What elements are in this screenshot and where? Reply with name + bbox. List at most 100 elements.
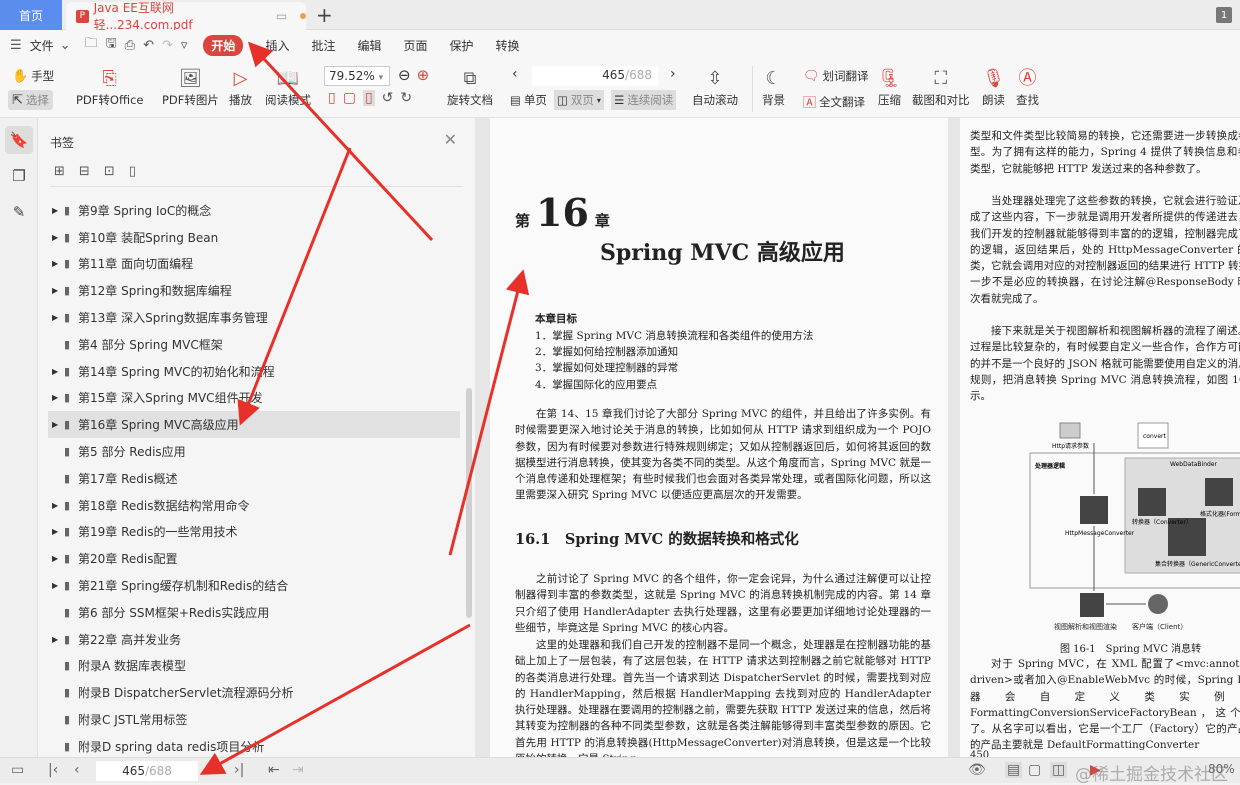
fit-page-icon[interactable]: ▢: [343, 90, 356, 106]
play-button[interactable]: ▷ 播放: [229, 66, 252, 108]
redo-icon[interactable]: ↷: [162, 38, 173, 53]
screenshot-compare-button[interactable]: ⛶ 截图和对比: [912, 66, 970, 108]
menu-start[interactable]: 开始: [203, 34, 244, 56]
bookmark-item[interactable]: ▮ 第4 部分 Spring MVC框架: [48, 331, 460, 358]
delete-bookmark-icon[interactable]: ▯: [129, 164, 136, 179]
signature-panel-icon[interactable]: ✎: [5, 198, 33, 226]
double-page-button[interactable]: ◫ 双页 ▾: [554, 90, 604, 110]
prev-page-icon[interactable]: ‹: [512, 66, 518, 82]
tab-document[interactable]: P Java EE互联网轻...234.com.pdf ▭: [66, 1, 306, 32]
expand-all-icon[interactable]: ⊞: [54, 164, 65, 179]
undo-icon[interactable]: ↶: [143, 38, 154, 53]
menu-file[interactable]: 文件: [30, 37, 54, 54]
bookmark-item[interactable]: ▶ ▮ 第9章 Spring IoC的概念: [48, 197, 460, 224]
bookmark-item[interactable]: ▶ ▮ 第21章 Spring缓存机制和Redis的结合: [48, 572, 460, 599]
expand-triangle-icon[interactable]: ▶: [52, 581, 64, 590]
open-icon[interactable]: 🗀: [85, 34, 98, 56]
expand-triangle-icon[interactable]: ▶: [52, 286, 64, 295]
rotate-right-icon[interactable]: ↻: [400, 90, 412, 106]
full-translate-button[interactable]: 🄰 全文翻译: [803, 92, 865, 112]
menu-icon[interactable]: ☰: [10, 38, 22, 53]
next-page-icon[interactable]: ›: [215, 762, 221, 778]
collapse-all-icon[interactable]: ⊟: [79, 164, 90, 179]
bookmark-item[interactable]: ▮ 第5 部分 Redis应用: [48, 438, 460, 465]
expand-triangle-icon[interactable]: ▶: [52, 233, 64, 242]
double-page-view-icon[interactable]: ◫: [1050, 762, 1068, 778]
fit-width-icon[interactable]: ▯: [328, 90, 336, 106]
expand-triangle-icon[interactable]: ▶: [52, 206, 64, 215]
select-tool-button[interactable]: ⇱ 选择: [8, 90, 53, 110]
tab-home[interactable]: 首页: [0, 0, 62, 30]
expand-triangle-icon[interactable]: ▶: [52, 259, 64, 268]
menu-protect[interactable]: 保护: [450, 37, 474, 54]
auto-scroll-button[interactable]: ⇳ 自动滚动: [692, 66, 738, 108]
bookmark-item[interactable]: ▶ ▮ 第15章 深入Spring MVC组件开发: [48, 385, 460, 412]
zoom-in-icon[interactable]: ⊕: [417, 66, 430, 84]
bookmark-item[interactable]: ▶ ▮ 第20章 Redis配置: [48, 545, 460, 572]
window-icon[interactable]: ▭: [11, 762, 24, 778]
expand-triangle-icon[interactable]: ▶: [52, 393, 64, 402]
single-page-view-icon[interactable]: ▤: [1005, 762, 1023, 778]
zoom-level[interactable]: 80%: [1208, 762, 1235, 776]
expand-triangle-icon[interactable]: ▶: [52, 420, 64, 429]
save-icon[interactable]: 🖫: [106, 34, 117, 56]
close-icon[interactable]: ✕: [444, 130, 457, 149]
menu-annotate[interactable]: 批注: [311, 37, 335, 54]
rotate-document-button[interactable]: ⧉ 旋转文档: [447, 66, 493, 108]
bookmark-item[interactable]: ▶ ▮ 第10章 装配Spring Bean: [48, 224, 460, 251]
read-mode-button[interactable]: 📖 阅读模式: [265, 66, 311, 108]
bookmark-item[interactable]: ▮ 附录D spring data redis项目分析: [48, 733, 460, 760]
menu-insert[interactable]: 插入: [265, 37, 289, 54]
eye-icon[interactable]: 👁: [968, 762, 986, 778]
thumbnail-panel-icon[interactable]: ❐: [5, 162, 33, 190]
first-page-icon[interactable]: |‹: [48, 762, 58, 778]
expand-triangle-icon[interactable]: ▶: [52, 367, 64, 376]
bookmark-item[interactable]: ▮ 第17章 Redis概述: [48, 465, 460, 492]
bookmark-item[interactable]: ▮ 附录C JSTL常用标签: [48, 706, 460, 733]
bookmark-item[interactable]: ▮ 附录A 数据库表模型: [48, 653, 460, 680]
expand-triangle-icon[interactable]: ▶: [52, 635, 64, 644]
bookmark-item[interactable]: ▶ ▮ 第16章 Spring MVC高级应用: [48, 411, 460, 439]
actual-size-icon[interactable]: ▯: [362, 90, 375, 106]
scrollbar[interactable]: [466, 388, 472, 618]
bookmark-item[interactable]: ▶ ▮ 第11章 面向切面编程: [48, 251, 460, 278]
print-icon[interactable]: ⎙: [125, 38, 135, 53]
menu-edit[interactable]: 编辑: [357, 37, 381, 54]
pdf-to-office-button[interactable]: ⎘ PDF转Office: [76, 66, 143, 108]
new-tab-button[interactable]: +: [316, 3, 333, 27]
expand-triangle-icon[interactable]: ▶: [52, 527, 64, 536]
word-translate-button[interactable]: 🗨 划词翻译: [803, 68, 869, 84]
expand-triangle-icon[interactable]: ▶: [52, 554, 64, 563]
menu-page[interactable]: 页面: [403, 37, 427, 54]
add-bookmark-icon[interactable]: ⊡: [104, 164, 115, 179]
background-button[interactable]: ☾ 背景: [762, 66, 785, 108]
menu-convert[interactable]: 转换: [496, 37, 520, 54]
bookmark-item[interactable]: ▮ 第6 部分 SSM框架+Redis实践应用: [48, 599, 460, 626]
bookmark-item[interactable]: ▶ ▮ 第22章 高并发业务: [48, 626, 460, 653]
bookmark-panel-icon[interactable]: 🔖: [5, 126, 33, 154]
expand-triangle-icon[interactable]: ▶: [52, 313, 64, 322]
next-page-icon[interactable]: ›: [670, 66, 676, 82]
more-icon[interactable]: ▿: [181, 38, 188, 53]
read-aloud-button[interactable]: 🎙 朗读: [982, 66, 1005, 108]
bookmark-item[interactable]: ▶ ▮ 第13章 深入Spring数据库事务管理: [48, 304, 460, 331]
continuous-read-button[interactable]: ☰ 连续阅读: [611, 90, 677, 110]
page-input[interactable]: 465/688: [532, 66, 658, 86]
back-icon[interactable]: ⇤: [268, 762, 280, 778]
zoom-select[interactable]: 79.52% ▾: [324, 66, 390, 86]
expand-triangle-icon[interactable]: ▶: [52, 501, 64, 510]
hand-tool-button[interactable]: ✋ 手型: [12, 68, 54, 84]
page-view-icon[interactable]: ▢: [1028, 762, 1041, 778]
window-count-badge[interactable]: 1: [1216, 7, 1232, 23]
last-page-icon[interactable]: ›|: [234, 762, 244, 778]
status-page-input[interactable]: 465/688: [96, 761, 198, 781]
pdf-to-image-button[interactable]: 🖼 PDF转图片: [162, 66, 219, 108]
bookmark-item[interactable]: ▶ ▮ 第12章 Spring和数据库编程: [48, 277, 460, 304]
bookmark-item[interactable]: ▶ ▮ 第14章 Spring MVC的初始化和流程: [48, 358, 460, 385]
bookmark-item[interactable]: ▮ 附录B DispatcherServlet流程源码分析: [48, 679, 460, 706]
single-page-button[interactable]: ▤ 单页: [510, 92, 547, 108]
bookmark-item[interactable]: ▶ ▮ 第18章 Redis数据结构常用命令: [48, 492, 460, 519]
bookmark-item[interactable]: ▶ ▮ 第19章 Redis的一些常用技术: [48, 519, 460, 546]
forward-icon[interactable]: ⇥: [292, 762, 304, 778]
zoom-out-icon[interactable]: ⊖: [398, 66, 411, 84]
